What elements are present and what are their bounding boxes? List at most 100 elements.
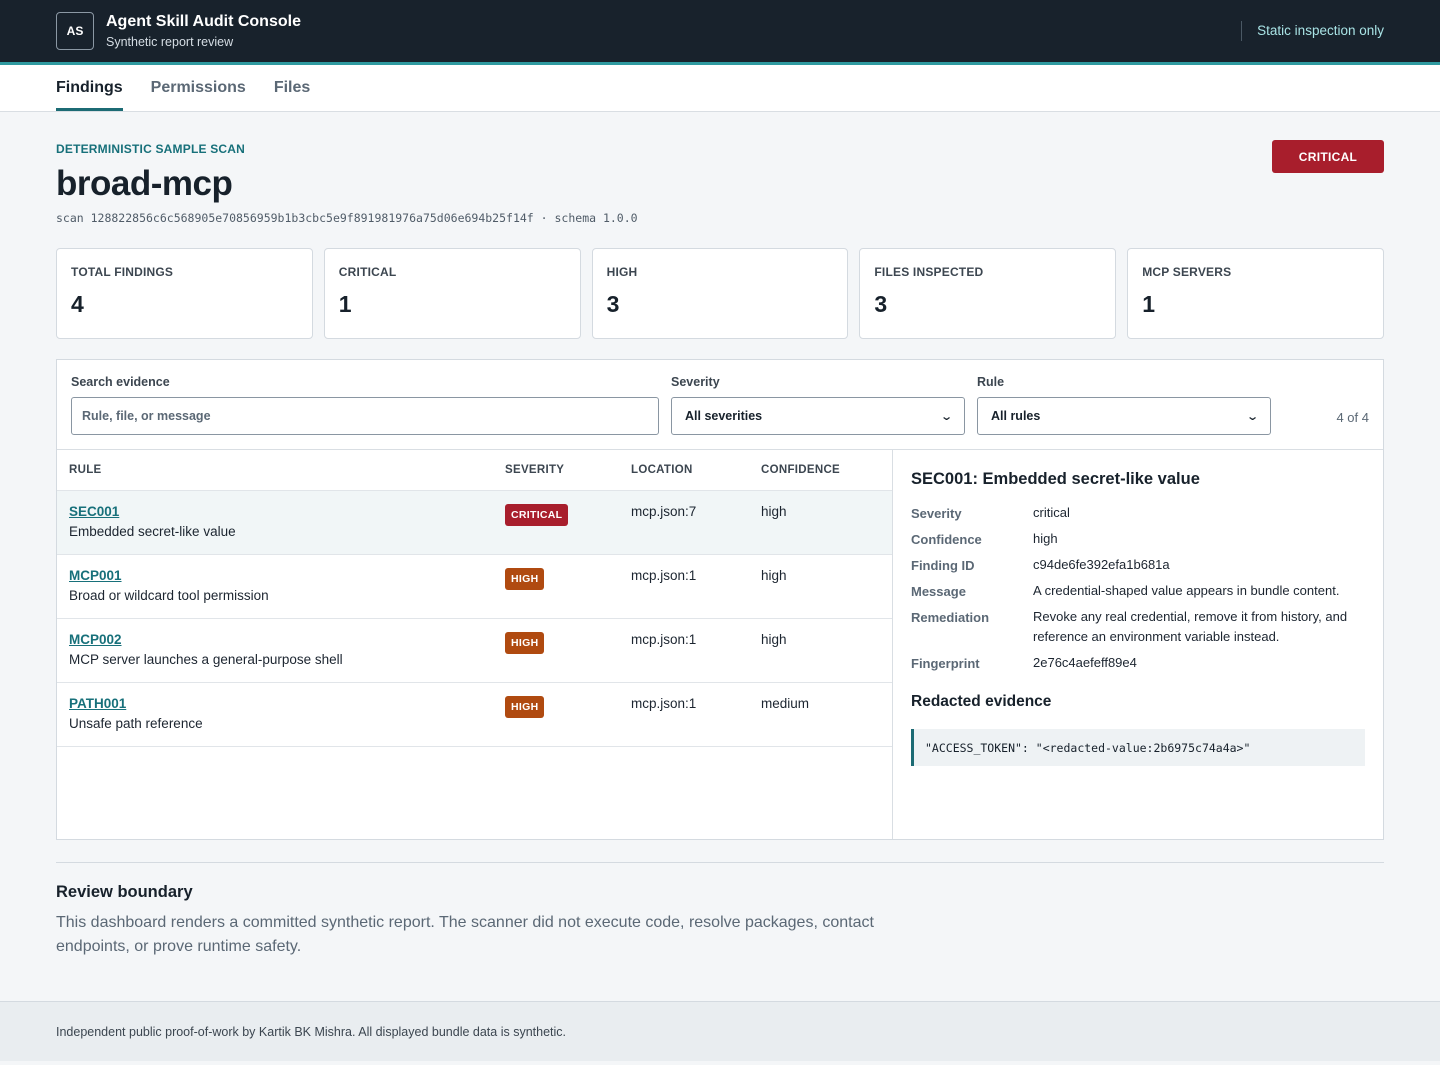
search-field: Search evidence Rule, file, or message: [71, 375, 659, 435]
stat-value: 1: [338, 291, 352, 317]
column-header-location: LOCATION: [619, 450, 749, 491]
confidence-cell: high: [749, 618, 892, 683]
mode-indicator: Static inspection only: [1241, 21, 1384, 41]
detail-label: Confidence: [911, 532, 982, 547]
rule-field: Rule All rules ⌄: [977, 375, 1271, 435]
detail-fields: Severity critical Confidence high Findin…: [911, 505, 1365, 673]
detail-label: Remediation: [911, 610, 990, 625]
detail-row-finding-id: Finding ID c94de6fe392efa1b681a: [911, 557, 1365, 575]
severity-badge: HIGH: [505, 631, 545, 654]
location-cell: mcp.json:1: [619, 618, 749, 683]
stat-label: MCP SERVERS: [1142, 265, 1232, 279]
tab-bar: Findings Permissions Files: [0, 65, 1440, 112]
search-input[interactable]: Rule, file, or message: [71, 397, 659, 435]
stat-label: FILES INSPECTED: [874, 265, 984, 279]
findings-panel: Search evidence Rule, file, or message S…: [56, 359, 1384, 840]
rule-message: Embedded secret-like value: [69, 523, 236, 539]
findings-table: RULE SEVERITY LOCATION CONFIDENCE SEC001…: [57, 450, 892, 747]
scan-eyebrow: DETERMINISTIC SAMPLE SCAN: [56, 142, 246, 156]
confidence-cell: medium: [749, 682, 892, 747]
detail-label: Finding ID: [911, 558, 975, 573]
detail-label: Fingerprint: [911, 656, 980, 671]
severity-field: Severity All severities ⌄: [671, 375, 965, 435]
stat-value: 1: [1142, 291, 1155, 317]
tab-files[interactable]: Files: [274, 65, 310, 111]
tab-findings[interactable]: Findings: [56, 65, 123, 111]
rule-select-value: All rules: [991, 409, 1041, 423]
rule-cell: PATH001 Unsafe path reference: [57, 682, 493, 747]
detail-row-confidence: Confidence high: [911, 531, 1365, 549]
brand: Agent Skill Audit Console Synthetic repo…: [106, 13, 301, 49]
finding-detail: SEC001: Embedded secret-like value Sever…: [893, 450, 1383, 839]
severity-cell: CRITICAL: [493, 490, 619, 555]
rule-link[interactable]: SEC001: [69, 504, 481, 519]
boundary-text: This dashboard renders a committed synth…: [56, 914, 874, 955]
detail-value: c94de6fe392efa1b681a: [1033, 557, 1170, 572]
rule-message: Unsafe path reference: [69, 715, 203, 731]
rule-cell: MCP002 MCP server launches a general-pur…: [57, 618, 493, 683]
app-subtitle: Synthetic report review: [106, 35, 234, 49]
column-header-rule: RULE: [57, 450, 493, 491]
detail-value: A credential-shaped value appears in bun…: [1033, 583, 1340, 598]
severity-cell: HIGH: [493, 618, 619, 683]
chevron-down-icon: ⌄: [1245, 410, 1259, 423]
detail-value: Revoke any real credential, remove it fr…: [1033, 609, 1348, 644]
location-cell: mcp.json:7: [619, 490, 749, 555]
stat-value: 3: [874, 291, 888, 317]
rule-link[interactable]: MCP002: [69, 632, 481, 647]
app-logo: AS: [56, 12, 94, 50]
findings-split: RULE SEVERITY LOCATION CONFIDENCE SEC001…: [57, 450, 1383, 839]
redacted-evidence-block: "ACCESS_TOKEN": "<redacted-value:2b6975c…: [911, 729, 1365, 766]
stat-value: 3: [606, 291, 620, 317]
detail-row-fingerprint: Fingerprint 2e76c4aefeff89e4: [911, 655, 1365, 673]
rule-select[interactable]: All rules ⌄: [977, 397, 1271, 435]
column-header-severity: SEVERITY: [493, 450, 619, 491]
rule-link[interactable]: PATH001: [69, 696, 481, 711]
scan-header: DETERMINISTIC SAMPLE SCAN broad-mcp scan…: [56, 112, 1384, 248]
table-row[interactable]: MCP002 MCP server launches a general-pur…: [57, 618, 892, 683]
detail-label: Severity: [911, 506, 962, 521]
rule-link[interactable]: MCP001: [69, 568, 481, 583]
severity-select[interactable]: All severities ⌄: [671, 397, 965, 435]
severity-cell: HIGH: [493, 554, 619, 619]
result-count: 4 of 4: [1336, 410, 1369, 425]
table-row[interactable]: SEC001 Embedded secret-like value CRITIC…: [57, 490, 892, 555]
severity-badge: HIGH: [505, 695, 545, 718]
detail-label: Message: [911, 584, 966, 599]
severity-cell: HIGH: [493, 682, 619, 747]
stats-row: TOTAL FINDINGS 4 CRITICAL 1 HIGH 3 FILES…: [56, 248, 1384, 339]
confidence-cell: high: [749, 554, 892, 619]
table-row[interactable]: MCP001 Broad or wildcard tool permission…: [57, 554, 892, 619]
tab-permissions[interactable]: Permissions: [151, 65, 246, 111]
footer-text: Independent public proof-of-work by Kart…: [56, 1024, 566, 1039]
main-content: DETERMINISTIC SAMPLE SCAN broad-mcp scan…: [0, 112, 1440, 1001]
stat-card-files: FILES INSPECTED 3: [859, 248, 1117, 339]
app-header: AS Agent Skill Audit Console Synthetic r…: [0, 0, 1440, 65]
search-label: Search evidence: [71, 375, 170, 389]
rule-message: MCP server launches a general-purpose sh…: [69, 651, 343, 667]
detail-row-severity: Severity critical: [911, 505, 1365, 523]
stat-label: TOTAL FINDINGS: [71, 265, 174, 279]
page-title: broad-mcp: [56, 164, 233, 203]
rule-cell: SEC001 Embedded secret-like value: [57, 490, 493, 555]
severity-badge: CRITICAL: [505, 503, 569, 526]
stat-value: 4: [71, 291, 84, 317]
page-footer: Independent public proof-of-work by Kart…: [0, 1001, 1440, 1061]
detail-value: high: [1033, 531, 1058, 546]
rule-cell: MCP001 Broad or wildcard tool permission: [57, 554, 493, 619]
location-cell: mcp.json:1: [619, 682, 749, 747]
table-row[interactable]: PATH001 Unsafe path reference HIGH mcp.j…: [57, 682, 892, 747]
app-title: Agent Skill Audit Console: [106, 13, 301, 30]
chevron-down-icon: ⌄: [939, 410, 953, 423]
overall-severity-badge: CRITICAL: [1272, 140, 1384, 173]
severity-select-value: All severities: [685, 409, 763, 423]
scan-meta: scan 128822856c6c568905e70856959b1b3cbc5…: [56, 211, 638, 225]
rule-label: Rule: [977, 375, 1005, 389]
stat-card-mcp-servers: MCP SERVERS 1: [1127, 248, 1384, 339]
location-cell: mcp.json:1: [619, 554, 749, 619]
stat-label: HIGH: [606, 265, 638, 279]
rule-message: Broad or wildcard tool permission: [69, 587, 269, 603]
stat-card-critical: CRITICAL 1: [323, 248, 581, 339]
stat-card-high: HIGH 3: [591, 248, 849, 339]
detail-title: SEC001: Embedded secret-like value: [911, 470, 1200, 488]
